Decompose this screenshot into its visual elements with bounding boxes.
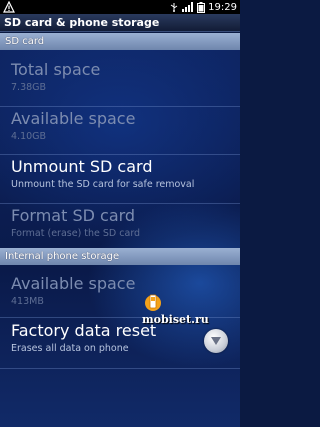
signal-icon: [182, 2, 194, 12]
section-header-sd-card: SD card: [0, 33, 240, 50]
divider: [0, 368, 240, 369]
available-space-sd-title: Available space: [11, 109, 136, 128]
phone-logo-icon: [145, 294, 161, 311]
available-space-sd-value: 4.10GB: [11, 131, 47, 142]
divider: [0, 106, 240, 107]
total-space-item: Total space 7.38GB: [0, 60, 240, 100]
factory-reset-chevron-button[interactable]: [204, 329, 228, 353]
watermark-text: mobiset.ru: [142, 313, 209, 326]
settings-list[interactable]: SD card Total space 7.38GB Available spa…: [0, 33, 240, 427]
format-sd-card-item: Format SD card Format (erase) the SD car…: [0, 206, 240, 246]
divider: [0, 154, 240, 155]
warning-icon: [3, 1, 15, 13]
available-space-sd-item: Available space 4.10GB: [0, 109, 240, 149]
total-space-title: Total space: [11, 60, 101, 79]
divider: [0, 203, 240, 204]
status-icons: 19:29: [169, 0, 237, 14]
format-sd-card-title: Format SD card: [11, 206, 136, 225]
clock: 19:29: [208, 1, 237, 13]
unmount-sd-card-title: Unmount SD card: [11, 157, 153, 176]
section-header-internal-storage: Internal phone storage: [0, 248, 240, 265]
factory-data-reset-summary: Erases all data on phone: [11, 343, 129, 354]
status-bar: 19:29: [0, 0, 240, 14]
factory-data-reset-title: Factory data reset: [11, 321, 157, 340]
watermark: mobiset.ru: [142, 291, 232, 331]
page-title: SD card & phone storage: [0, 14, 240, 32]
chevron-down-icon: [211, 337, 221, 345]
available-space-internal-title: Available space: [11, 274, 136, 293]
unmount-sd-card-summary: Unmount the SD card for safe removal: [11, 179, 195, 190]
total-space-value: 7.38GB: [11, 82, 47, 93]
unmount-sd-card-item[interactable]: Unmount SD card Unmount the SD card for …: [0, 157, 240, 201]
battery-icon: [197, 1, 206, 13]
available-space-internal-value: 413MB: [11, 296, 44, 307]
format-sd-card-summary: Format (erase) the SD card: [11, 228, 141, 239]
usb-icon: [170, 3, 178, 12]
